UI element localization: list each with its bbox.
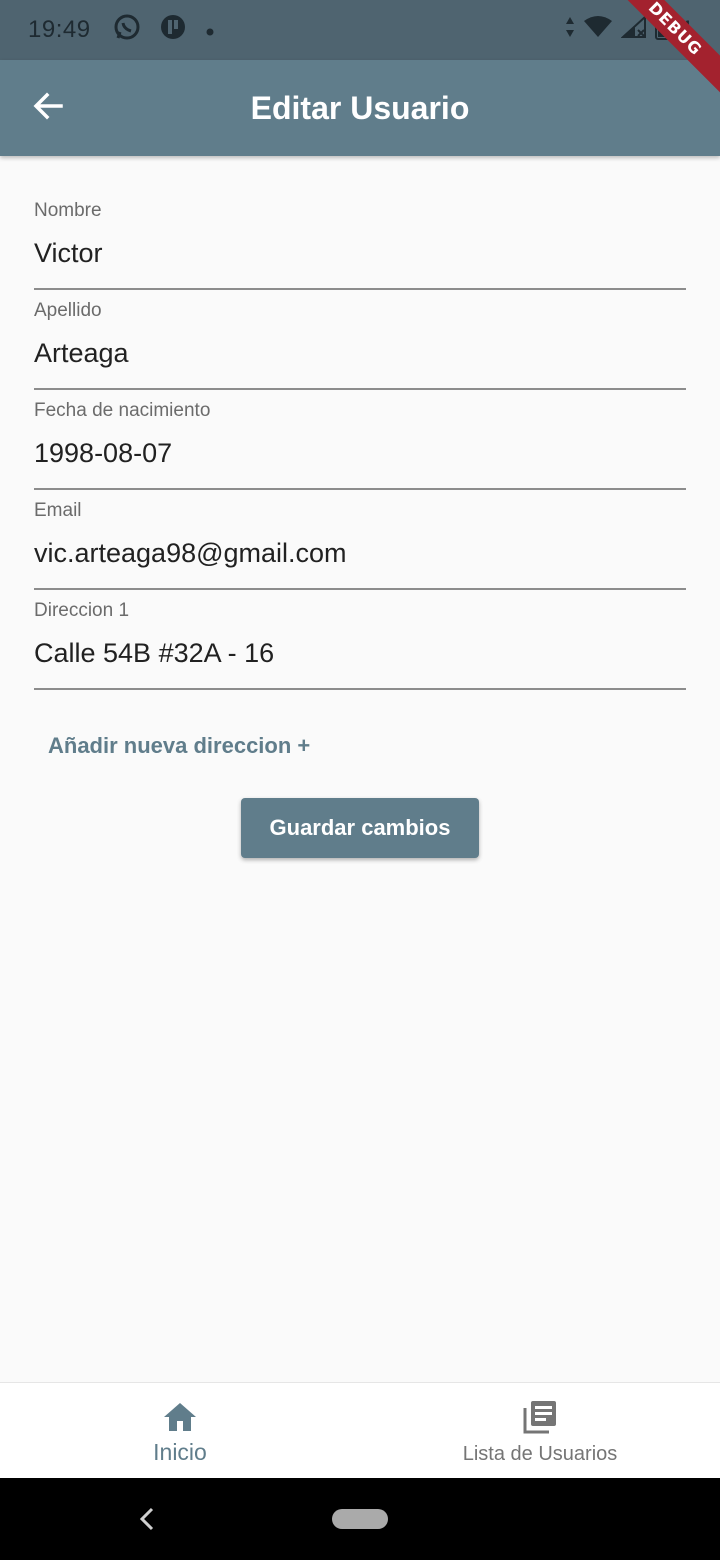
field-label: Direccion 1 [34, 600, 130, 621]
add-address-button[interactable]: Añadir nueva direccion + [48, 733, 310, 759]
status-bar: 19:49 [0, 0, 720, 60]
nombre-field[interactable]: Nombre [34, 190, 686, 290]
fecha-nacimiento-field[interactable]: Fecha de nacimiento [34, 390, 686, 490]
whatsapp-icon [113, 13, 141, 48]
nav-label: Lista de Usuarios [462, 1443, 618, 1465]
status-time: 19:49 [28, 16, 91, 43]
bottom-navigation: Inicio Lista de Usuarios [0, 1382, 720, 1478]
dot-icon [205, 16, 215, 44]
email-input[interactable] [34, 538, 686, 569]
wifi-icon [583, 15, 613, 46]
system-home-button[interactable] [332, 1509, 388, 1529]
field-label: Fecha de nacimiento [34, 400, 211, 421]
nav-item-lista-usuarios[interactable]: Lista de Usuarios [360, 1383, 720, 1478]
nav-item-inicio[interactable]: Inicio [0, 1383, 360, 1478]
email-field[interactable]: Email [34, 490, 686, 590]
apellido-field[interactable]: Apellido [34, 290, 686, 390]
apellido-input[interactable] [34, 338, 686, 369]
field-label: Apellido [34, 300, 102, 321]
status-icons-left [113, 13, 215, 48]
direccion-1-input[interactable] [34, 638, 686, 669]
field-label: Nombre [34, 200, 102, 221]
field-label: Email [34, 500, 82, 521]
home-icon [162, 1399, 198, 1435]
app-icon [159, 13, 187, 48]
system-back-icon[interactable] [134, 1502, 160, 1536]
back-button[interactable] [30, 90, 66, 126]
library-books-icon [522, 1399, 558, 1435]
save-button[interactable]: Guardar cambios [241, 798, 479, 858]
nombre-input[interactable] [34, 238, 686, 269]
data-arrows-icon [565, 15, 575, 46]
arrow-back-icon [32, 90, 64, 127]
edit-user-form: Nombre Apellido Fecha de nacimiento Emai… [34, 190, 686, 690]
fecha-nacimiento-input[interactable] [34, 438, 686, 469]
signal-icon [620, 14, 647, 46]
page-title: Editar Usuario [250, 89, 470, 126]
direccion-1-field[interactable]: Direccion 1 [34, 590, 686, 690]
nav-label: Inicio [153, 1439, 207, 1465]
app-bar: Editar Usuario [0, 60, 720, 156]
